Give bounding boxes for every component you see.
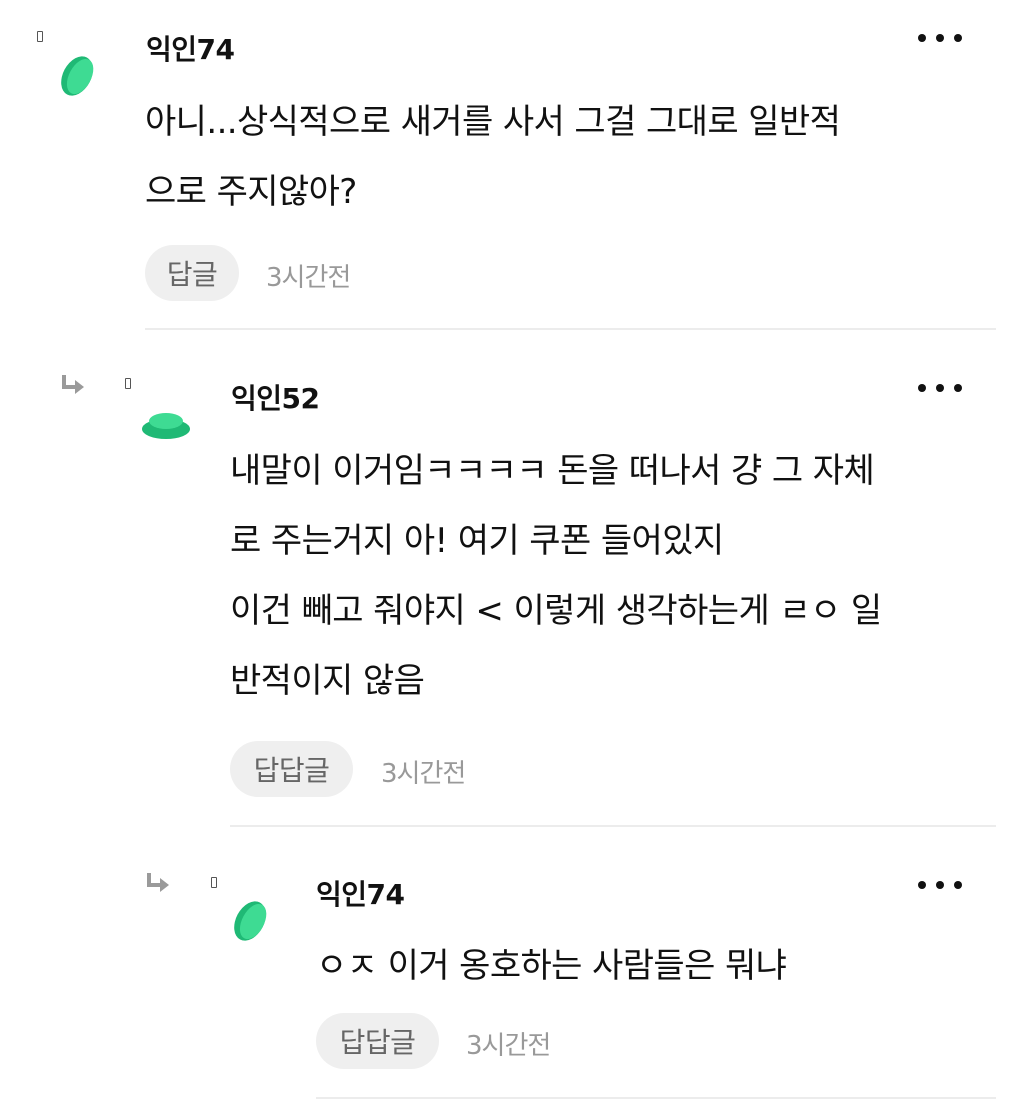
avatar [228, 895, 272, 951]
reply-button[interactable]: 답글 [145, 245, 239, 301]
comment-body: ㅇㅈ 이거 옹호하는 사람들은 뭐냐 [316, 931, 787, 1001]
green-avatar-icon [61, 56, 94, 96]
comment-line: 아니...상식적으로 새거를 사서 그걸 그대로 일반적 [145, 102, 841, 142]
avatar [55, 50, 99, 106]
comment-item: 익인74 ㅇㅈ 이거 옹호하는 사람들은 뭐냐 답답글 3시간전 [0, 827, 1024, 1099]
reply-button[interactable]: 답답글 [316, 1013, 439, 1069]
more-options-icon[interactable] [918, 28, 962, 48]
comment-line: 내말이 이거임ㅋㅋㅋㅋ 돈을 떠나서 걍 그 자체 [230, 451, 875, 491]
nickname[interactable]: 익인74 [146, 28, 235, 68]
reply-button[interactable]: 답답글 [230, 741, 353, 797]
small-marker-icon [125, 378, 131, 389]
comment-line: ㅇㅈ 이거 옹호하는 사람들은 뭐냐 [316, 946, 787, 986]
nickname[interactable]: 익인74 [316, 873, 405, 913]
comment-line: 이건 빼고 줘야지 < 이렇게 생각하는게 ㄹㅇ 일 [230, 591, 882, 631]
comment-body: 내말이 이거임ㅋㅋㅋㅋ 돈을 떠나서 걍 그 자체 로 주는거지 아! 여기 쿠… [230, 436, 882, 716]
comment-line: 으로 주지않아? [145, 172, 357, 212]
timestamp: 3시간전 [381, 759, 466, 789]
comment-item: 익인74 아니...상식적으로 새거를 사서 그걸 그대로 일반적 으로 주지않… [0, 0, 1024, 330]
small-marker-icon [211, 877, 217, 888]
comment-body: 아니...상식적으로 새거를 사서 그걸 그대로 일반적 으로 주지않아? [145, 87, 841, 227]
comment-item: 익인52 내말이 이거임ㅋㅋㅋㅋ 돈을 떠나서 걍 그 자체 로 주는거지 아!… [0, 330, 1024, 827]
reply-arrow-icon [147, 873, 169, 892]
avatar [140, 408, 192, 446]
reply-arrow-icon [62, 375, 84, 394]
timestamp: 3시간전 [266, 263, 351, 293]
green-avatar-icon [142, 413, 190, 439]
timestamp: 3시간전 [466, 1031, 551, 1061]
comment-line: 로 주는거지 아! 여기 쿠폰 들어있지 [230, 521, 724, 561]
nickname[interactable]: 익인52 [231, 377, 320, 417]
green-avatar-icon [234, 901, 267, 941]
comment-line: 반적이지 않음 [230, 661, 425, 701]
small-marker-icon [37, 31, 43, 42]
more-options-icon[interactable] [918, 378, 962, 398]
more-options-icon[interactable] [918, 875, 962, 895]
comment-thread: 익인74 아니...상식적으로 새거를 사서 그걸 그대로 일반적 으로 주지않… [0, 0, 1024, 1099]
